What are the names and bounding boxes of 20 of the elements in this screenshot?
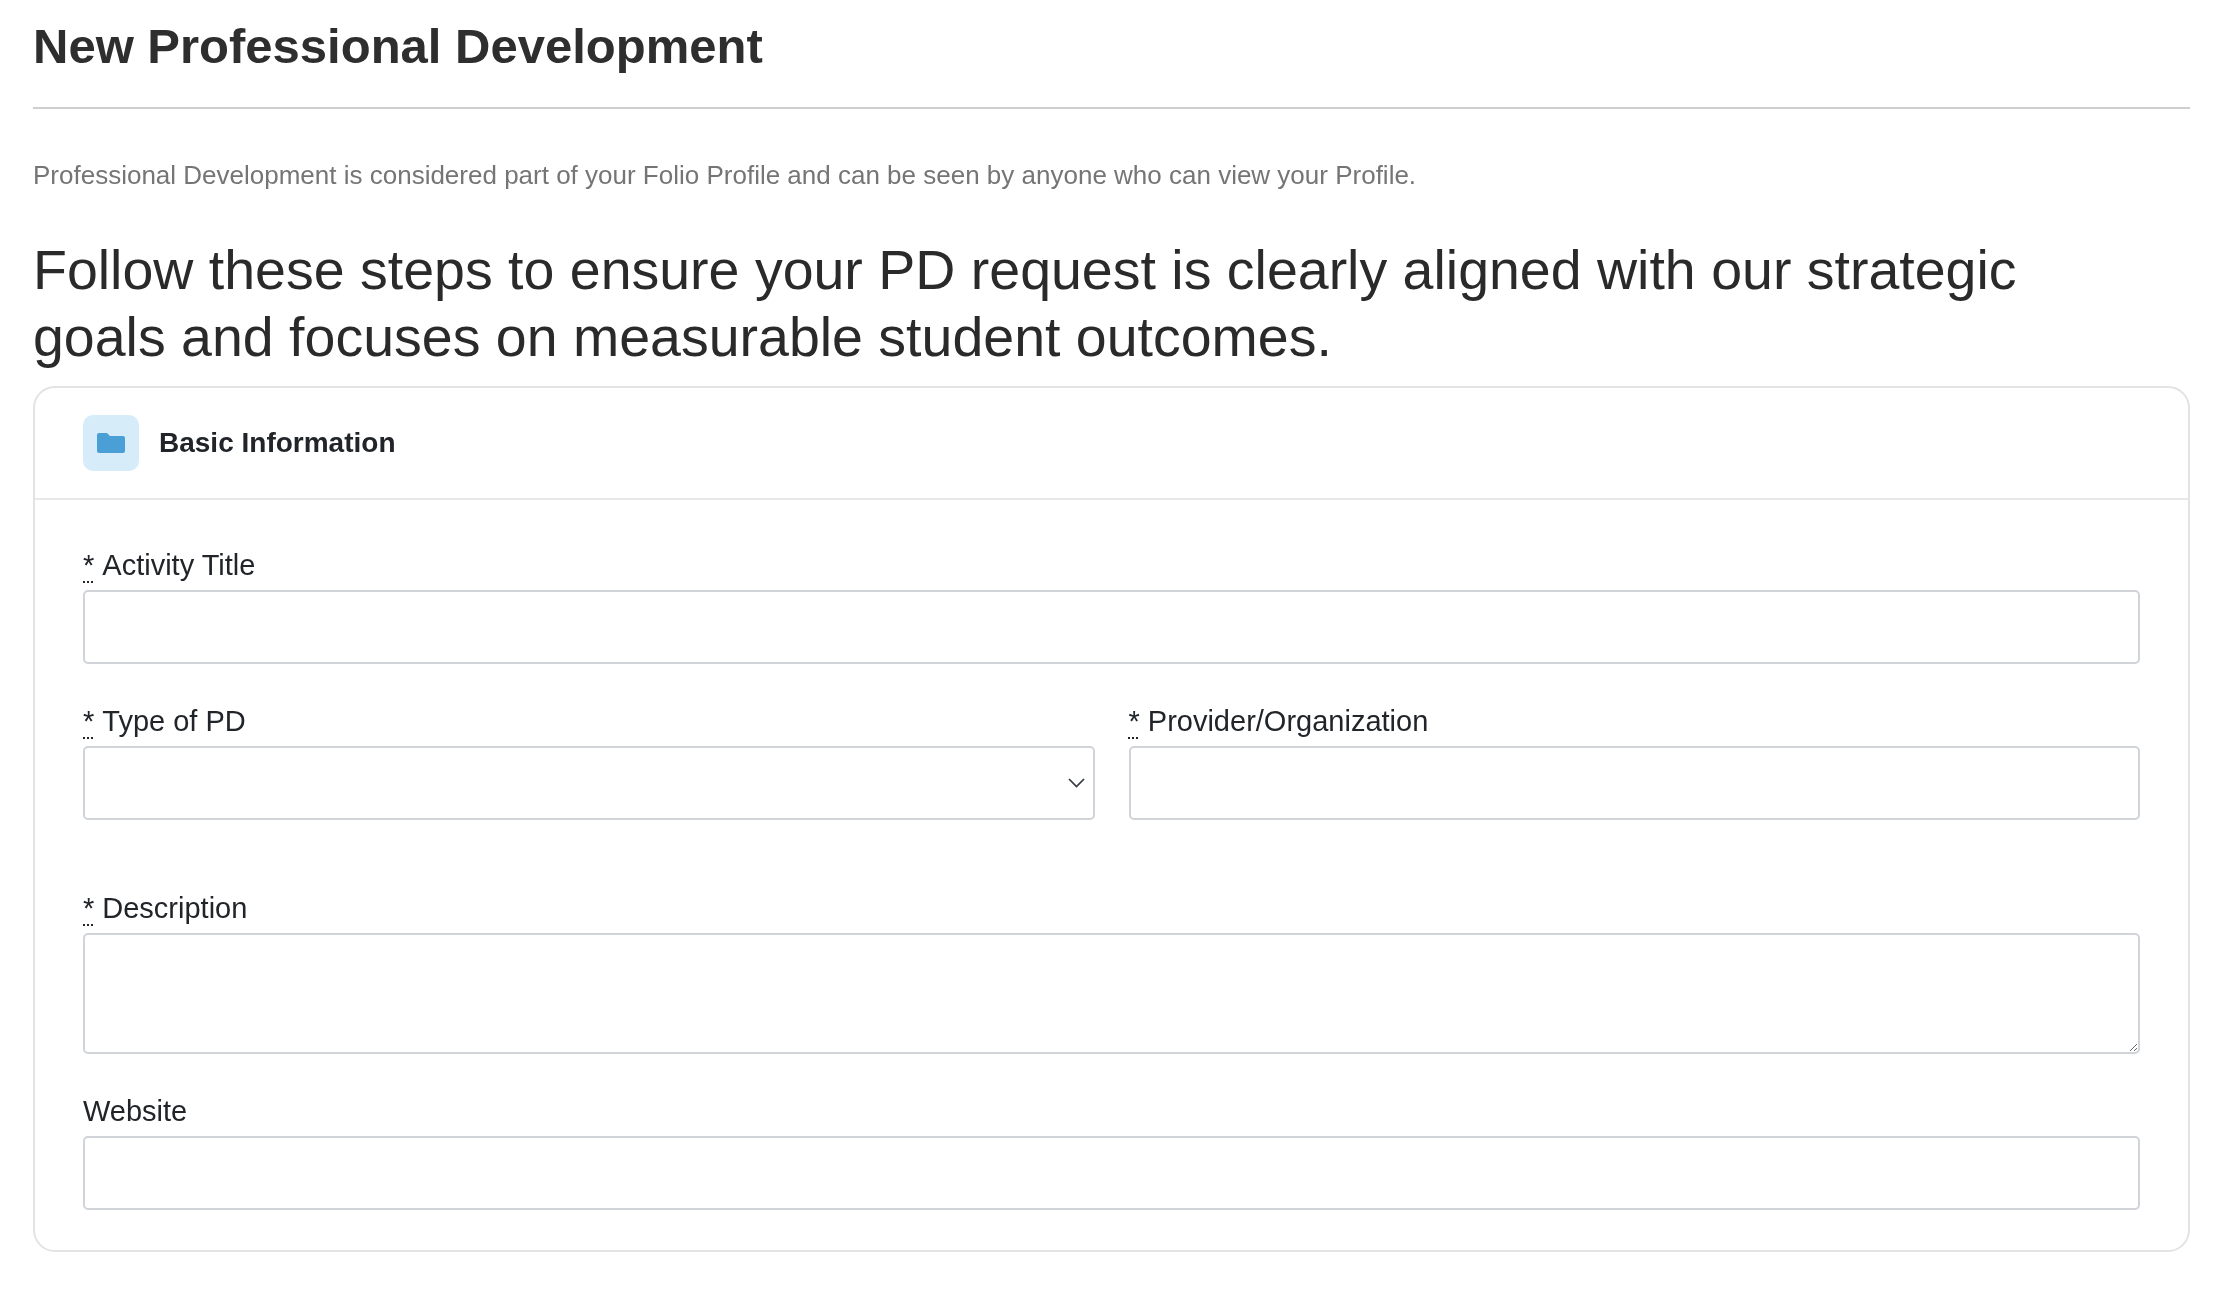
field-label: Description [102,891,248,926]
field-label: Website [83,1094,188,1129]
section-title: Basic Information [159,427,396,459]
text-field[interactable] [1128,746,2140,820]
required-mark: * [83,704,95,739]
chevron-down-icon [1067,778,1085,788]
text-area-field[interactable] [83,933,2140,1054]
notice-text: Professional Development is considered part of your Folio Profile and can be seen by anyone who can view your Profile. [33,159,1418,192]
required-mark: * [83,891,95,926]
required-mark: * [83,548,95,583]
text-field[interactable] [83,1136,2140,1210]
required-mark: * [1128,704,1140,739]
field-label: Type of PD [102,704,246,739]
text-field[interactable] [83,590,2140,664]
field-label: Activity Title [102,548,256,583]
folder-icon [83,415,139,471]
intro-heading: Follow these steps to ensure your PD request is clearly aligned with our strategic goals and focuses on measurable student outcomes. [33,238,2018,370]
page-title: New Professional Development [33,18,764,75]
field-label: Provider/Organization [1147,704,1429,739]
select-field[interactable] [83,746,1095,820]
